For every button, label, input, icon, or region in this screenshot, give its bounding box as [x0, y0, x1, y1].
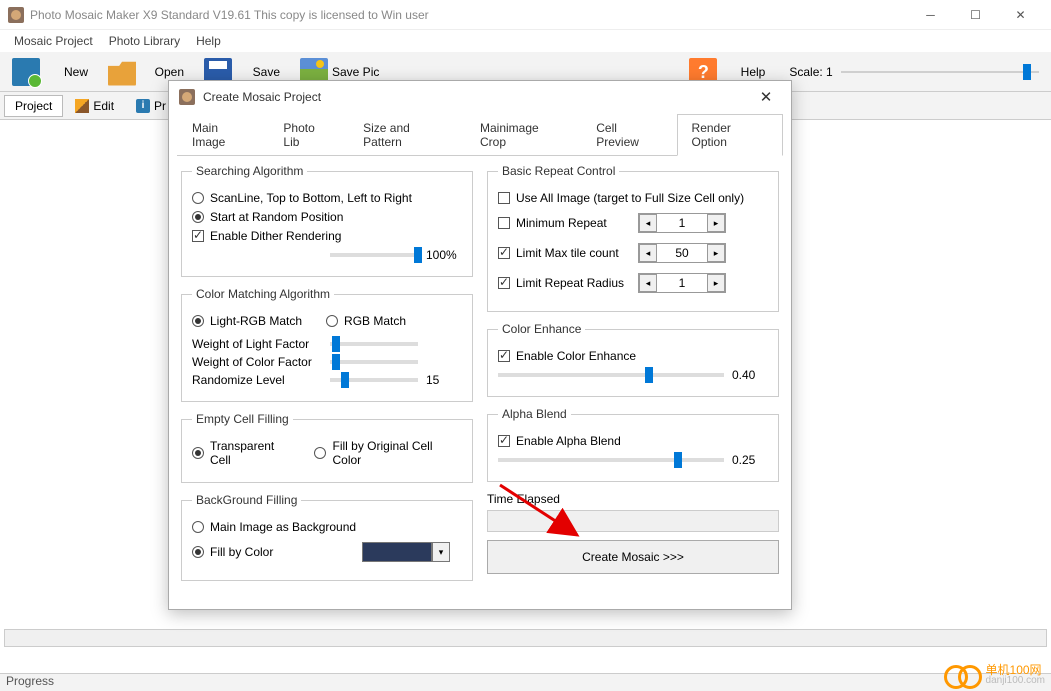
chevron-right-icon[interactable]: ▸	[707, 274, 725, 292]
color-matching-group: Color Matching Algorithm Light-RGB Match…	[181, 287, 473, 402]
time-elapsed-display	[487, 510, 779, 532]
dialog-tabs: Main Image Photo Lib Size and Pattern Ma…	[177, 113, 783, 156]
scale-slider[interactable]	[841, 64, 1039, 80]
background-filling-group: BackGround Filling Main Image as Backgro…	[181, 493, 473, 581]
chevron-left-icon[interactable]: ◂	[639, 214, 657, 232]
radio-light-rgb[interactable]: Light-RGB Match	[192, 314, 302, 328]
open-icon	[108, 58, 136, 86]
checkbox-icon	[498, 435, 510, 447]
tab-photo-lib[interactable]: Photo Lib	[268, 114, 348, 156]
color-enhance-group: Color Enhance Enable Color Enhance 0.40	[487, 322, 779, 397]
checkbox-icon	[498, 192, 510, 204]
repeat-radius-spinner[interactable]: ◂1▸	[638, 273, 726, 293]
scale-area: Scale: 1	[789, 64, 1047, 80]
chevron-left-icon[interactable]: ◂	[639, 274, 657, 292]
tab-size-pattern[interactable]: Size and Pattern	[348, 114, 465, 156]
tab-mainimage-crop[interactable]: Mainimage Crop	[465, 114, 581, 156]
empty-cell-group: Empty Cell Filling Transparent Cell Fill…	[181, 412, 473, 483]
radio-icon	[192, 315, 204, 327]
new-icon	[12, 58, 40, 86]
close-button[interactable]: ✕	[998, 0, 1043, 30]
create-mosaic-dialog: Create Mosaic Project ✕ Main Image Photo…	[168, 80, 792, 610]
horizontal-scrollbar[interactable]	[4, 629, 1047, 647]
radio-icon	[314, 447, 326, 459]
time-elapsed-section: Time Elapsed Create Mosaic >>>	[487, 492, 779, 574]
menu-help[interactable]: Help	[188, 32, 229, 50]
checkbox-icon	[498, 247, 510, 259]
checkbox-icon	[192, 230, 204, 242]
radio-fill-by-color[interactable]: Fill by Color	[192, 545, 362, 559]
pencil-icon	[75, 99, 89, 113]
tab-main-image[interactable]: Main Image	[177, 114, 268, 156]
radio-icon	[192, 546, 204, 558]
alpha-blend-group: Alpha Blend Enable Alpha Blend 0.25	[487, 407, 779, 482]
edit-tab[interactable]: Edit	[65, 96, 124, 116]
basic-repeat-group: Basic Repeat Control Use All Image (targ…	[487, 164, 779, 312]
dither-slider[interactable]: 100%	[192, 248, 462, 262]
render-option-panel: Searching Algorithm ScanLine, Top to Bot…	[169, 156, 791, 609]
checkbox-icon	[498, 350, 510, 362]
dialog-close-button[interactable]: ✕	[751, 88, 781, 106]
radio-icon	[326, 315, 338, 327]
color-swatch	[362, 542, 432, 562]
dialog-icon	[179, 89, 195, 105]
tab-render-option[interactable]: Render Option	[677, 114, 783, 156]
menu-photo-library[interactable]: Photo Library	[101, 32, 188, 50]
check-repeat-radius[interactable]: Limit Repeat Radius	[498, 276, 638, 290]
weight-light-slider[interactable]: Weight of Light Factor	[192, 337, 462, 351]
checkbox-icon	[498, 217, 510, 229]
check-dither[interactable]: Enable Dither Rendering	[192, 229, 462, 243]
min-repeat-spinner[interactable]: ◂1▸	[638, 213, 726, 233]
progress-label: Progress	[6, 674, 54, 688]
menu-bar: Mosaic Project Photo Library Help	[0, 30, 1051, 52]
max-tile-spinner[interactable]: ◂50▸	[638, 243, 726, 263]
chevron-down-icon[interactable]: ▾	[432, 542, 450, 562]
searching-algorithm-group: Searching Algorithm ScanLine, Top to Bot…	[181, 164, 473, 277]
check-min-repeat[interactable]: Minimum Repeat	[498, 216, 638, 230]
radio-icon	[192, 521, 204, 533]
create-mosaic-button[interactable]: Create Mosaic >>>	[487, 540, 779, 574]
app-icon	[8, 7, 24, 23]
menu-mosaic-project[interactable]: Mosaic Project	[6, 32, 101, 50]
watermark: 单机100网 danji100.com	[944, 663, 1045, 687]
chevron-left-icon[interactable]: ◂	[639, 244, 657, 262]
maximize-button[interactable]: ☐	[953, 0, 998, 30]
info-icon: i	[136, 99, 150, 113]
minimize-button[interactable]: ─	[908, 0, 953, 30]
status-bar: Progress	[0, 673, 1051, 691]
radio-scanline[interactable]: ScanLine, Top to Bottom, Left to Right	[192, 191, 462, 205]
check-max-tile[interactable]: Limit Max tile count	[498, 246, 638, 260]
tab-cell-preview[interactable]: Cell Preview	[581, 114, 676, 156]
dialog-title: Create Mosaic Project	[203, 90, 321, 104]
watermark-url: danji100.com	[986, 676, 1045, 686]
radio-random-position[interactable]: Start at Random Position	[192, 210, 462, 224]
chevron-right-icon[interactable]: ▸	[707, 214, 725, 232]
watermark-logo-icon	[944, 663, 984, 687]
new-button[interactable]: New	[5, 54, 99, 90]
radio-transparent-cell[interactable]: Transparent Cell	[192, 439, 296, 467]
weight-color-slider[interactable]: Weight of Color Factor	[192, 355, 462, 369]
checkbox-icon	[498, 277, 510, 289]
radio-main-image-bg[interactable]: Main Image as Background	[192, 520, 462, 534]
bg-color-picker[interactable]: ▾	[362, 542, 450, 562]
chevron-right-icon[interactable]: ▸	[707, 244, 725, 262]
check-use-all-image[interactable]: Use All Image (target to Full Size Cell …	[498, 191, 768, 205]
window-titlebar: Photo Mosaic Maker X9 Standard V19.61 Th…	[0, 0, 1051, 30]
radio-fill-original[interactable]: Fill by Original Cell Color	[314, 439, 462, 467]
radio-icon	[192, 211, 204, 223]
randomize-slider[interactable]: Randomize Level15	[192, 373, 462, 387]
radio-icon	[192, 192, 204, 204]
check-color-enhance[interactable]: Enable Color Enhance	[498, 349, 768, 363]
radio-icon	[192, 447, 204, 459]
window-title: Photo Mosaic Maker X9 Standard V19.61 Th…	[30, 8, 429, 22]
dialog-titlebar[interactable]: Create Mosaic Project ✕	[169, 81, 791, 113]
project-tab[interactable]: Project	[4, 95, 63, 117]
scale-label: Scale: 1	[789, 65, 832, 79]
color-enhance-slider[interactable]: 0.40	[498, 368, 768, 382]
check-alpha-blend[interactable]: Enable Alpha Blend	[498, 434, 768, 448]
radio-rgb[interactable]: RGB Match	[326, 314, 406, 328]
alpha-blend-slider[interactable]: 0.25	[498, 453, 768, 467]
